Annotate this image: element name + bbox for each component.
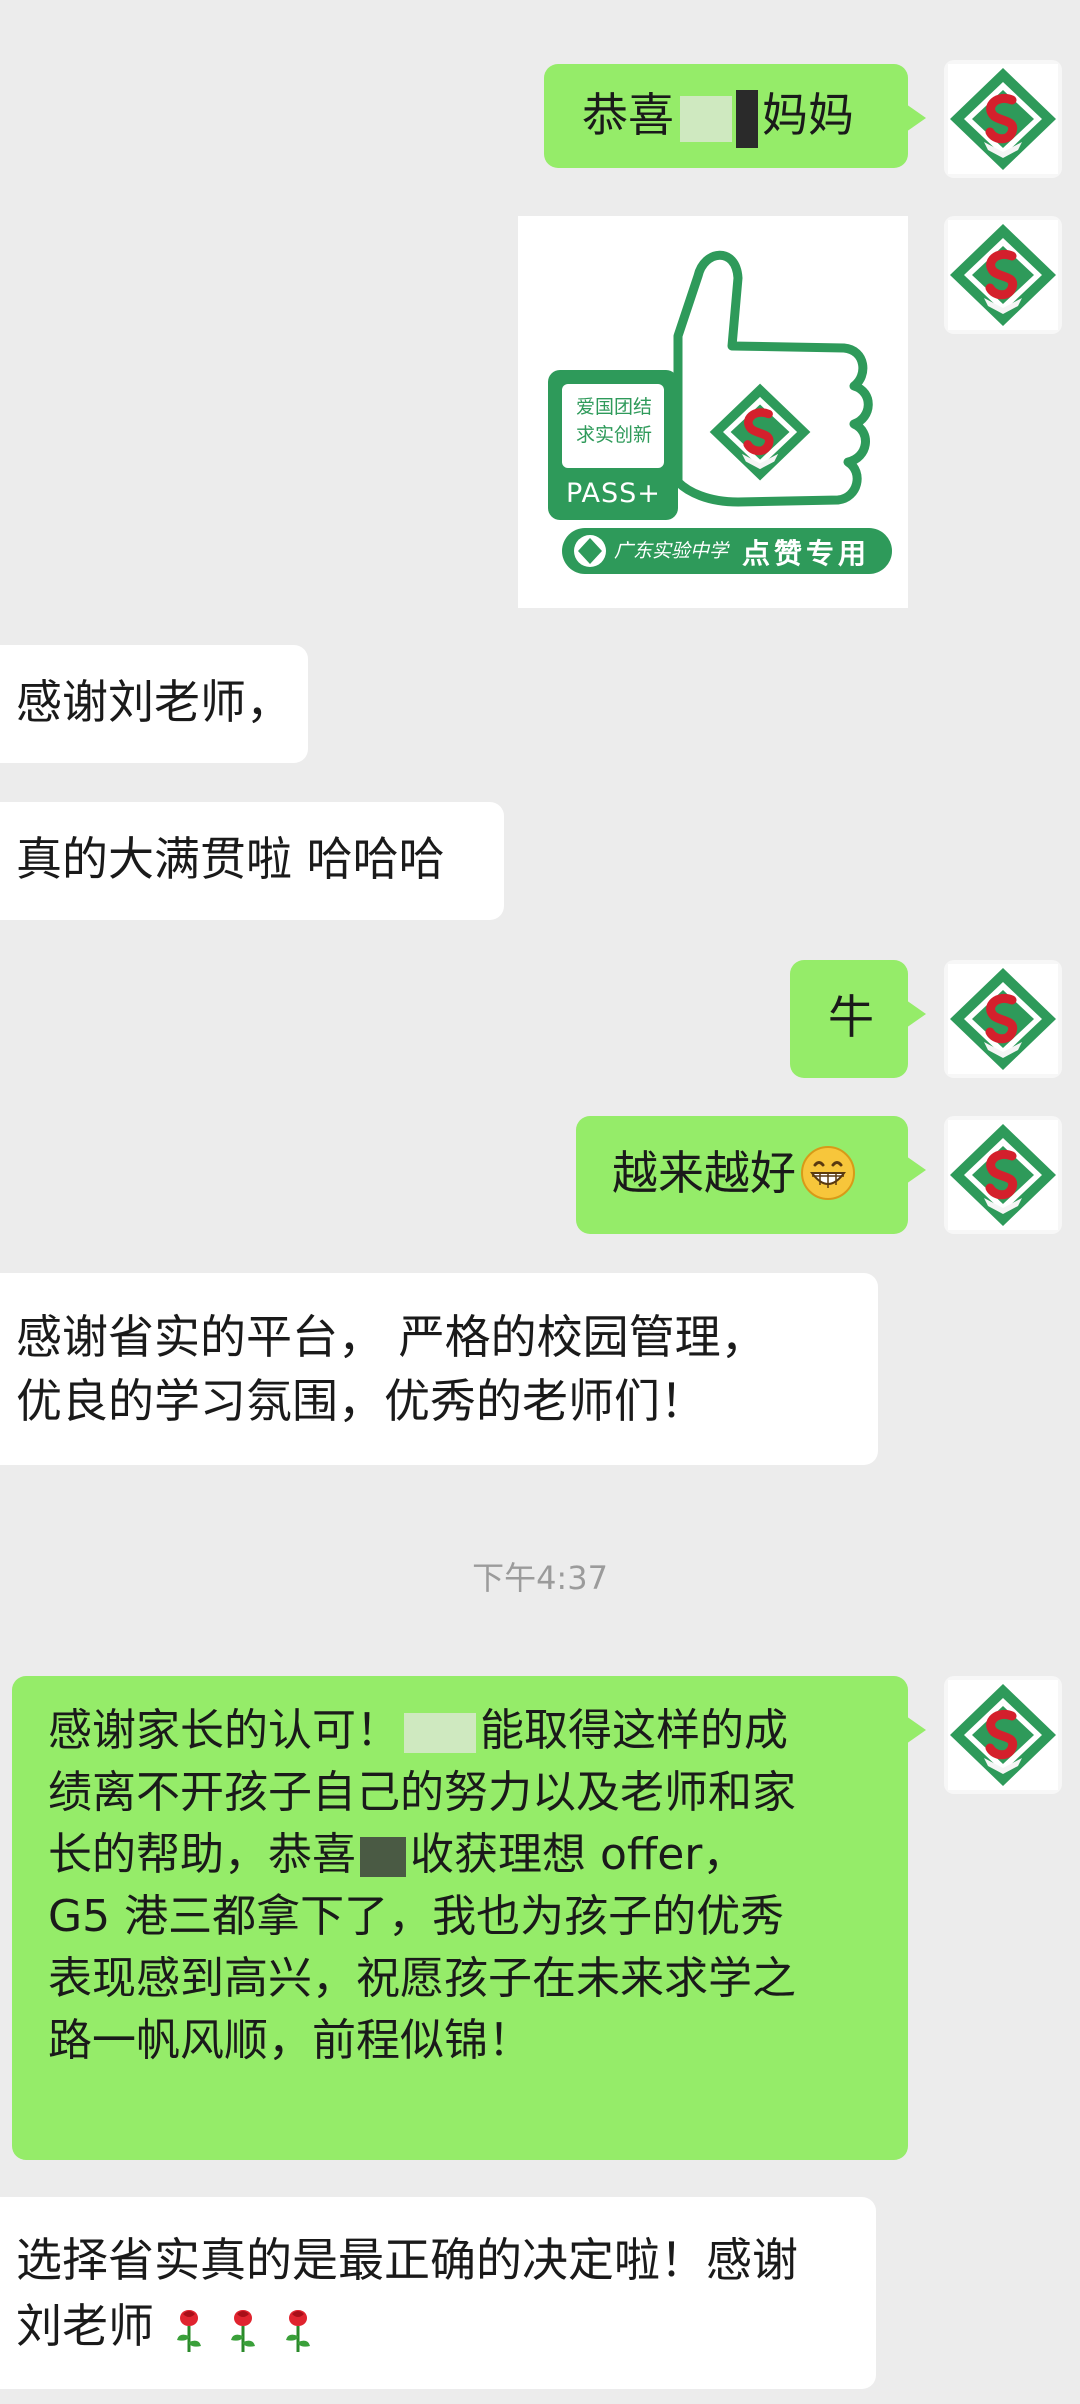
message-bubble[interactable]: 选择省实真的是最正确的决定啦！感谢 刘老师 (0, 2197, 876, 2389)
timestamp: 下午4:37 (472, 1559, 608, 1597)
message-text-line: 长的帮助，恭喜 收获理想 offer， (48, 1829, 747, 1880)
avatar-teacher[interactable] (944, 216, 1062, 334)
thumbs-up-sticker[interactable]: 爱国团结 求实创新 PASS+ 广东实验中学 点赞专用 (518, 216, 908, 608)
message-text: 真的大满贯啦 哈哈哈 (16, 832, 445, 886)
rose-icon (223, 2297, 263, 2363)
rose-icon (169, 2297, 209, 2363)
rose-icon (278, 2297, 318, 2363)
redacted-text (360, 1837, 406, 1877)
message-bubble[interactable]: 牛 (790, 960, 926, 1078)
message-text: 优良的学习氛围，优秀的老师们！ (16, 1374, 706, 1428)
grinning-face-icon (796, 1145, 856, 1208)
message-text-line: 感谢家长的认可！ 能取得这样的成 (48, 1705, 788, 1756)
message-text: 感谢省实的平台， 严格的校园管理， (16, 1310, 767, 1364)
sticker-footer-school: 广东实验中学 (614, 540, 729, 562)
sticker-footer-label: 点赞专用 (742, 537, 871, 570)
message-bubble[interactable]: 感谢省实的平台， 严格的校园管理， 优良的学习氛围，优秀的老师们！ (0, 1273, 878, 1465)
message-bubble[interactable]: 越来越好 (576, 1116, 926, 1234)
avatar-teacher[interactable] (944, 60, 1062, 178)
message-text-line: G5 港三都拿下了，我也为孩子的优秀 (48, 1891, 785, 1942)
redacted-text (736, 89, 758, 148)
message-text-line: 路一帆风顺，前程似锦！ (48, 2015, 532, 2066)
message-text: 感谢刘老师， (16, 675, 292, 729)
message-text: 妈妈 (762, 88, 854, 142)
message-text-line: 表现感到高兴，祝愿孩子在未来求学之 (48, 1953, 796, 2004)
sticker-badge-line: 求实创新 (575, 424, 652, 446)
redacted-text (404, 1713, 476, 1753)
avatar-teacher[interactable] (944, 1676, 1062, 1794)
message-bubble[interactable]: 感谢刘老师， (0, 645, 308, 763)
message-text: 越来越好 (612, 1146, 796, 1200)
message-text-line: 刘老师 (16, 2293, 876, 2363)
sticker-pass-label: PASS+ (566, 478, 661, 509)
message-text: 牛 (828, 990, 874, 1044)
message-bubble[interactable]: 感谢家长的认可！ 能取得这样的成 绩离不开孩子自己的努力以及老师和家 长的帮助，恭… (12, 1676, 926, 2160)
message-bubble[interactable]: 恭喜 妈妈 (544, 64, 926, 168)
redacted-text (680, 95, 732, 142)
avatar-teacher[interactable] (944, 960, 1062, 1078)
message-text: 选择省实真的是最正确的决定啦！感谢 (16, 2233, 798, 2287)
message-bubble[interactable]: 真的大满贯啦 哈哈哈 (0, 802, 504, 920)
sticker-badge-line: 爱国团结 (575, 396, 652, 418)
avatar-teacher[interactable] (944, 1116, 1062, 1234)
message-text-line: 绩离不开孩子自己的努力以及老师和家 (48, 1767, 796, 1818)
message-text: 恭喜 (582, 88, 674, 142)
